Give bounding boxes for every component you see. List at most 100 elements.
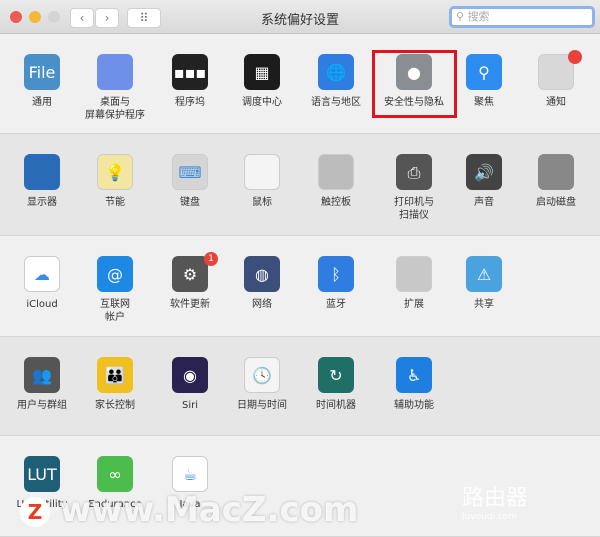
pref-item-label: 蓝牙 xyxy=(326,299,346,310)
startup-disk-icon xyxy=(538,154,574,190)
lut-utility-icon: LUT xyxy=(24,456,60,492)
pref-item[interactable]: ↻ 时间机器 xyxy=(298,357,374,412)
pref-item[interactable]: ♿ 辅助功能 xyxy=(376,357,452,412)
pref-row: 显示器 💡 节能 ⌨ 键盘 鼠标 触控板 ⎙ 打印机与 扫描仪 🔊 声音 启动磁盘 xyxy=(0,134,600,236)
watermark-luyouqi-url: luyouqi.com xyxy=(462,512,518,522)
pref-item[interactable]: 桌面与 屏幕保护程序 xyxy=(77,54,153,122)
endurance-icon: ∞ xyxy=(97,456,133,492)
selection-highlight xyxy=(372,50,457,118)
siri-icon: ◉ xyxy=(172,357,208,393)
pref-item-label: 节能 xyxy=(105,197,125,208)
pref-item-label: 桌面与 屏幕保护程序 xyxy=(85,97,145,121)
pref-item-label: 扩展 xyxy=(404,299,424,310)
pref-item-label: 时间机器 xyxy=(316,400,356,411)
pref-item[interactable]: ⌨ 键盘 xyxy=(152,154,228,209)
pref-item[interactable]: 扩展 xyxy=(376,256,452,311)
pref-item[interactable]: ⎙ 打印机与 扫描仪 xyxy=(376,154,452,222)
icloud-icon: ☁ xyxy=(24,256,60,292)
pref-item-label: 程序坞 xyxy=(175,97,205,108)
pref-row: 👥 用户与群组 👪 家长控制 ◉ Siri 🕓 日期与时间 ↻ 时间机器 ♿ 辅助功能 xyxy=(0,337,600,436)
pref-item[interactable]: 👪 家长控制 xyxy=(77,357,153,412)
pref-item-label: 软件更新 xyxy=(170,299,210,310)
pref-item-label: 触控板 xyxy=(321,197,351,208)
update-badge: 1 xyxy=(204,252,218,266)
pref-item[interactable]: 启动磁盘 xyxy=(518,154,594,209)
pref-item[interactable]: 鼠标 xyxy=(224,154,300,209)
sound-icon: 🔊 xyxy=(466,154,502,190)
desktop-screensaver-icon xyxy=(97,54,133,90)
pref-item-label: 显示器 xyxy=(27,197,57,208)
pref-item-label: 共享 xyxy=(474,299,494,310)
displays-icon xyxy=(24,154,60,190)
notification-dot xyxy=(568,50,582,64)
pref-item-label: 通用 xyxy=(32,97,52,108)
watermark-macz: www.MacZ.com xyxy=(60,490,359,530)
pref-item-label: 聚焦 xyxy=(474,97,494,108)
pref-item-label: Siri xyxy=(181,400,198,411)
language-region-icon: 🌐 xyxy=(318,54,354,90)
search-icon: ⚲ xyxy=(456,10,468,23)
pref-item-label: 声音 xyxy=(474,197,494,208)
pref-item[interactable]: 触控板 xyxy=(298,154,374,209)
software-update-icon: ⚙ xyxy=(172,256,208,292)
macz-logo: Z xyxy=(20,497,50,527)
pref-item[interactable]: 通知 xyxy=(518,50,594,109)
pref-item[interactable]: ⚠ 共享 xyxy=(446,256,522,311)
pref-item-label: 日期与时间 xyxy=(237,400,287,411)
pref-item[interactable]: ◍ 网络 xyxy=(224,256,300,311)
pref-item[interactable]: ☁ iCloud xyxy=(4,256,80,311)
keyboard-icon: ⌨ xyxy=(172,154,208,190)
pref-item[interactable]: 💡 节能 xyxy=(77,154,153,209)
watermark-luyouqi: 路由器 luyouqi.com xyxy=(462,480,528,522)
internet-accounts-icon: @ xyxy=(97,256,133,292)
pref-row: ☁ iCloud @ 互联网 帐户 ⚙ 1 软件更新 ◍ 网络 ᛒ 蓝牙 扩展 ⚠ 共享 xyxy=(0,236,600,337)
toolbar: ‹ › ⠿ 系统偏好设置 ⚲ 搜索 xyxy=(0,0,600,34)
pref-item-label: 语言与地区 xyxy=(311,97,361,108)
date-time-icon: 🕓 xyxy=(244,357,280,393)
dock-icon: ▪▪▪ xyxy=(172,54,208,90)
pref-item[interactable]: ⚲ 聚焦 xyxy=(446,54,522,109)
mission-control-icon: ▦ xyxy=(244,54,280,90)
watermark-luyouqi-text: 路由器 xyxy=(462,486,529,511)
pref-item[interactable]: 🔊 声音 xyxy=(446,154,522,209)
sharing-icon: ⚠ xyxy=(466,256,502,292)
users-groups-icon: 👥 xyxy=(24,357,60,393)
search-placeholder: 搜索 xyxy=(467,10,490,23)
search-input[interactable]: ⚲ 搜索 xyxy=(449,6,595,28)
pref-item[interactable]: @ 互联网 帐户 xyxy=(77,256,153,324)
printers-scanners-icon: ⎙ xyxy=(396,154,432,190)
pref-item[interactable]: 🕓 日期与时间 xyxy=(224,357,300,412)
pref-item[interactable]: ▦ 调度中心 xyxy=(224,54,300,109)
bluetooth-icon: ᛒ xyxy=(318,256,354,292)
parental-controls-icon: 👪 xyxy=(97,357,133,393)
pref-item[interactable]: ⚙ 1 软件更新 xyxy=(152,252,228,311)
pref-item-label: 用户与群组 xyxy=(17,400,67,411)
pref-item[interactable]: ᛒ 蓝牙 xyxy=(298,256,374,311)
pref-item-label: 网络 xyxy=(252,299,272,310)
pref-item-label: 家长控制 xyxy=(95,400,135,411)
general-icon: File xyxy=(24,54,60,90)
pref-item-label: 辅助功能 xyxy=(394,400,434,411)
pref-item-label: 键盘 xyxy=(180,197,200,208)
pref-item-label: 启动磁盘 xyxy=(536,197,576,208)
pref-item[interactable]: 显示器 xyxy=(4,154,80,209)
pref-item[interactable]: 👥 用户与群组 xyxy=(4,357,80,412)
extensions-icon xyxy=(396,256,432,292)
pref-item[interactable]: ◉ Siri xyxy=(152,357,228,412)
mouse-icon xyxy=(244,154,280,190)
pref-item-label: 打印机与 扫描仪 xyxy=(394,197,434,221)
pref-item[interactable]: File 通用 xyxy=(4,54,80,109)
pref-item-label: iCloud xyxy=(26,299,58,310)
pref-item[interactable]: ▪▪▪ 程序坞 xyxy=(152,54,228,109)
pref-item-label: 通知 xyxy=(546,97,566,108)
time-machine-icon: ↻ xyxy=(318,357,354,393)
trackpad-icon xyxy=(318,154,354,190)
pref-item-label: 互联网 帐户 xyxy=(100,299,130,323)
java-icon: ☕ xyxy=(172,456,208,492)
pref-item[interactable]: 🌐 语言与地区 xyxy=(298,54,374,109)
network-icon: ◍ xyxy=(244,256,280,292)
spotlight-icon: ⚲ xyxy=(466,54,502,90)
pref-row: File 通用 桌面与 屏幕保护程序 ▪▪▪ 程序坞 ▦ 调度中心 🌐 语言与地区 ● 安全性与隐私… xyxy=(0,34,600,134)
pref-item-label: 鼠标 xyxy=(252,197,272,208)
pref-item-label: 调度中心 xyxy=(242,97,282,108)
